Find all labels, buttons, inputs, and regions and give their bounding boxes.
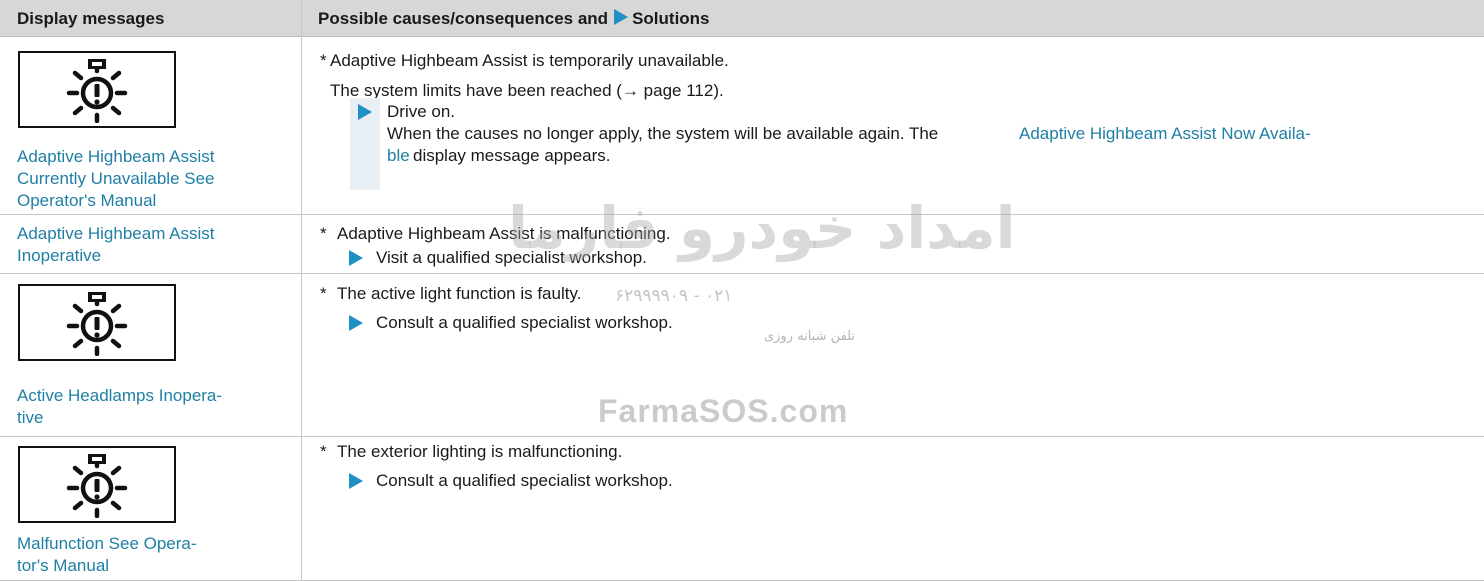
message-line: Active Headlamps Inopera- bbox=[17, 386, 223, 405]
message-highbeam-inoperative: Adaptive Highbeam Assist Inoperative bbox=[17, 224, 215, 265]
asterisk-marker: * bbox=[320, 224, 327, 243]
table-header: Display messages Possible causes/consequ… bbox=[0, 0, 1484, 37]
triangle-right-icon bbox=[349, 473, 363, 489]
message-line: tor's Manual bbox=[17, 556, 110, 575]
message-link[interactable]: Adaptive Highbeam Assist Now Availa- bbox=[1019, 123, 1311, 145]
watermark-site: FarmaSOS.com bbox=[598, 393, 849, 429]
cause-text: The exterior lighting is malfunctioning. bbox=[337, 442, 623, 461]
message-malfunction: Malfunction See Opera- tor's Manual bbox=[17, 533, 287, 577]
solution-detail-text: When the causes no longer apply, the sys… bbox=[387, 124, 939, 143]
header-causes-solutions: Possible causes/consequences and Solution… bbox=[318, 0, 710, 36]
message-link-continued[interactable]: ble bbox=[387, 145, 410, 167]
cause-text: The active light function is faulty. bbox=[337, 284, 582, 303]
cause-text: Adaptive Highbeam Assist is temporarily … bbox=[330, 51, 729, 70]
watermark-phone-tag: تلفن شبانه روزی bbox=[764, 329, 856, 344]
headlamp-warning-icon bbox=[18, 284, 176, 361]
message-highbeam-unavailable: Adaptive Highbeam Assist Currently Unava… bbox=[17, 147, 215, 210]
header-solutions-label: Solutions bbox=[632, 9, 710, 28]
headlamp-warning-icon bbox=[18, 446, 176, 523]
solution-detail-text-end: display message appears. bbox=[413, 146, 611, 165]
watermark-arabic: امداد خودرو فارما bbox=[508, 194, 1016, 262]
message-headlamps-inoperative: Active Headlamps Inopera- tive bbox=[17, 385, 287, 429]
triangle-right-icon bbox=[358, 104, 372, 120]
asterisk-marker: * bbox=[320, 51, 327, 70]
headlamp-warning-icon bbox=[18, 51, 176, 128]
cause-detail-text: The system limits have been reached (→ p… bbox=[330, 81, 724, 100]
triangle-right-icon bbox=[349, 250, 363, 266]
asterisk-marker: * bbox=[320, 284, 327, 303]
solution-text: Consult a qualified specialist workshop. bbox=[376, 313, 673, 332]
asterisk-marker: * bbox=[320, 442, 327, 461]
header-causes-label: Possible causes/consequences and bbox=[318, 9, 609, 28]
message-line: Malfunction See Opera- bbox=[17, 534, 197, 553]
table-row: Malfunction See Opera- tor's Manual * Th… bbox=[0, 437, 1484, 581]
watermark-phone: ۰۲۱ - ۶۲۹۹۹۹۰۹ bbox=[615, 286, 733, 306]
solution-text: Drive on. bbox=[387, 102, 456, 121]
solution-text: Consult a qualified specialist workshop. bbox=[376, 471, 673, 490]
message-line: tive bbox=[17, 408, 44, 427]
triangle-right-icon bbox=[614, 9, 629, 25]
header-display-messages: Display messages bbox=[17, 9, 165, 28]
triangle-right-icon bbox=[349, 315, 363, 331]
display-messages-table: Display messages Possible causes/consequ… bbox=[0, 0, 1484, 581]
table-row: Adaptive Highbeam Assist Currently Unava… bbox=[0, 36, 1484, 215]
